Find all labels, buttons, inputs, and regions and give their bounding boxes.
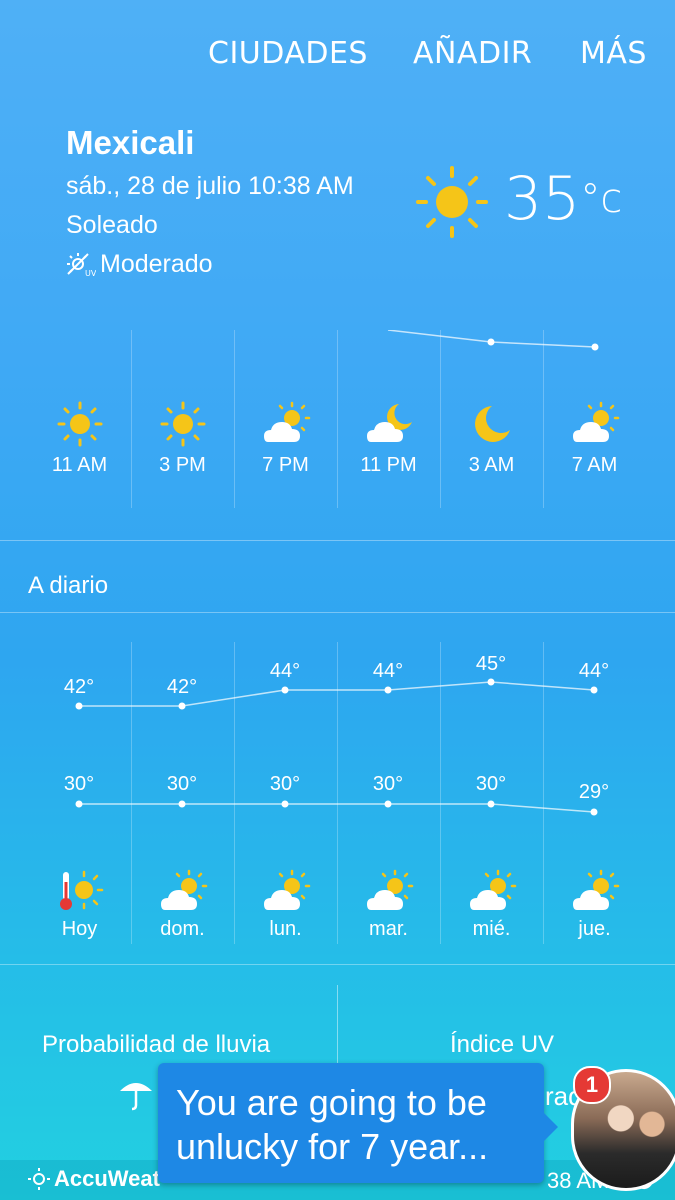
hour-item[interactable]: 7 AM <box>543 330 646 508</box>
hour-item[interactable]: 11 AM <box>28 330 131 508</box>
column-divider <box>440 330 441 508</box>
column-divider <box>543 642 544 944</box>
column-divider <box>440 642 441 944</box>
hour-item[interactable]: 3 PM <box>131 330 234 508</box>
uv-summary: UV Moderado <box>66 250 213 279</box>
sun-icon <box>416 166 488 238</box>
current-temperature: 35°c <box>504 164 622 234</box>
hour-time: 3 PM <box>159 454 206 476</box>
day-item[interactable]: mié. <box>440 642 543 944</box>
brand-text: AccuWeat <box>54 1166 160 1191</box>
section-divider <box>0 964 675 965</box>
column-divider <box>337 330 338 508</box>
hot-sun-icon <box>60 870 104 910</box>
column-divider <box>131 642 132 944</box>
partly-cloudy-day-icon <box>470 869 517 910</box>
unread-count-badge: 1 <box>573 1066 611 1104</box>
hour-time: 7 PM <box>262 454 309 476</box>
chat-message-text: You are going to be unlucky for 7 year..… <box>176 1082 489 1167</box>
partly-cloudy-day-icon <box>161 869 208 910</box>
day-item[interactable]: lun. <box>234 642 337 944</box>
day-label: mié. <box>472 918 511 940</box>
date-time: sáb., 28 de julio 10:38 AM <box>66 172 354 200</box>
day-label: dom. <box>160 918 205 940</box>
bubble-pointer <box>544 1113 558 1141</box>
chat-head-message-bubble[interactable]: You are going to be unlucky for 7 year..… <box>158 1063 558 1183</box>
daily-section-header: A diario <box>0 560 675 613</box>
partly-cloudy-day-icon <box>264 869 311 910</box>
umbrella-icon <box>120 1083 152 1111</box>
day-label: mar. <box>369 918 408 940</box>
hour-item[interactable]: 11 PM <box>337 330 440 508</box>
hour-item[interactable]: 3 AM <box>440 330 543 508</box>
temperature-unit: °c <box>580 176 623 222</box>
hour-time: 11 AM <box>51 454 108 476</box>
moon-icon <box>475 406 510 442</box>
day-item[interactable]: dom. <box>131 642 234 944</box>
daily-forecast[interactable]: 42° 42° 44° 44° 45° 44° 30° 30° 30° 30° … <box>28 642 648 944</box>
uv-icon: UV <box>67 252 96 278</box>
nav-ciudades[interactable]: CIUDADES <box>208 36 368 71</box>
hour-item[interactable]: 7 PM <box>234 330 337 508</box>
day-item[interactable]: jue. <box>543 642 646 944</box>
partly-cloudy-night-icon <box>367 404 412 442</box>
nav-anadir[interactable]: AÑADIR <box>413 36 532 71</box>
column-divider <box>234 642 235 944</box>
section-divider <box>0 540 675 541</box>
partly-cloudy-day-icon <box>264 401 311 442</box>
accuweather-sun-icon <box>28 1168 50 1190</box>
temperature-value: 35 <box>504 164 581 234</box>
top-nav: CIUDADES AÑADIR MÁS <box>0 36 675 76</box>
daily-title: A diario <box>28 572 109 599</box>
column-divider <box>543 330 544 508</box>
day-label: Hoy <box>61 918 98 940</box>
sun-icon <box>57 401 103 447</box>
day-label: lun. <box>269 918 302 940</box>
day-item[interactable]: mar. <box>337 642 440 944</box>
day-label: jue. <box>578 918 611 940</box>
sun-icon <box>160 401 206 447</box>
rain-probability-title[interactable]: Probabilidad de lluvia <box>42 1031 270 1059</box>
day-item[interactable]: Hoy <box>28 642 131 944</box>
uv-index-title[interactable]: Índice UV <box>450 1031 554 1059</box>
svg-text:UV: UV <box>85 269 96 278</box>
partly-cloudy-day-icon <box>573 401 620 442</box>
hourly-forecast[interactable]: 11 AM 3 PM 7 PM 11 PM 3 AM 7 AM <box>28 330 648 508</box>
partly-cloudy-day-icon <box>573 869 620 910</box>
column-divider <box>131 330 132 508</box>
hour-time: 7 AM <box>571 454 618 476</box>
condition-text: Soleado <box>66 211 158 239</box>
city-name: Mexicali <box>66 124 195 161</box>
column-divider <box>234 330 235 508</box>
nav-mas[interactable]: MÁS <box>580 36 647 71</box>
uv-level: Moderado <box>100 250 213 278</box>
column-divider <box>337 642 338 944</box>
hour-time: 11 PM <box>360 454 417 476</box>
partly-cloudy-day-icon <box>367 869 414 910</box>
hour-time: 3 AM <box>468 454 515 476</box>
accuweather-logo[interactable]: AccuWeat <box>28 1166 160 1192</box>
